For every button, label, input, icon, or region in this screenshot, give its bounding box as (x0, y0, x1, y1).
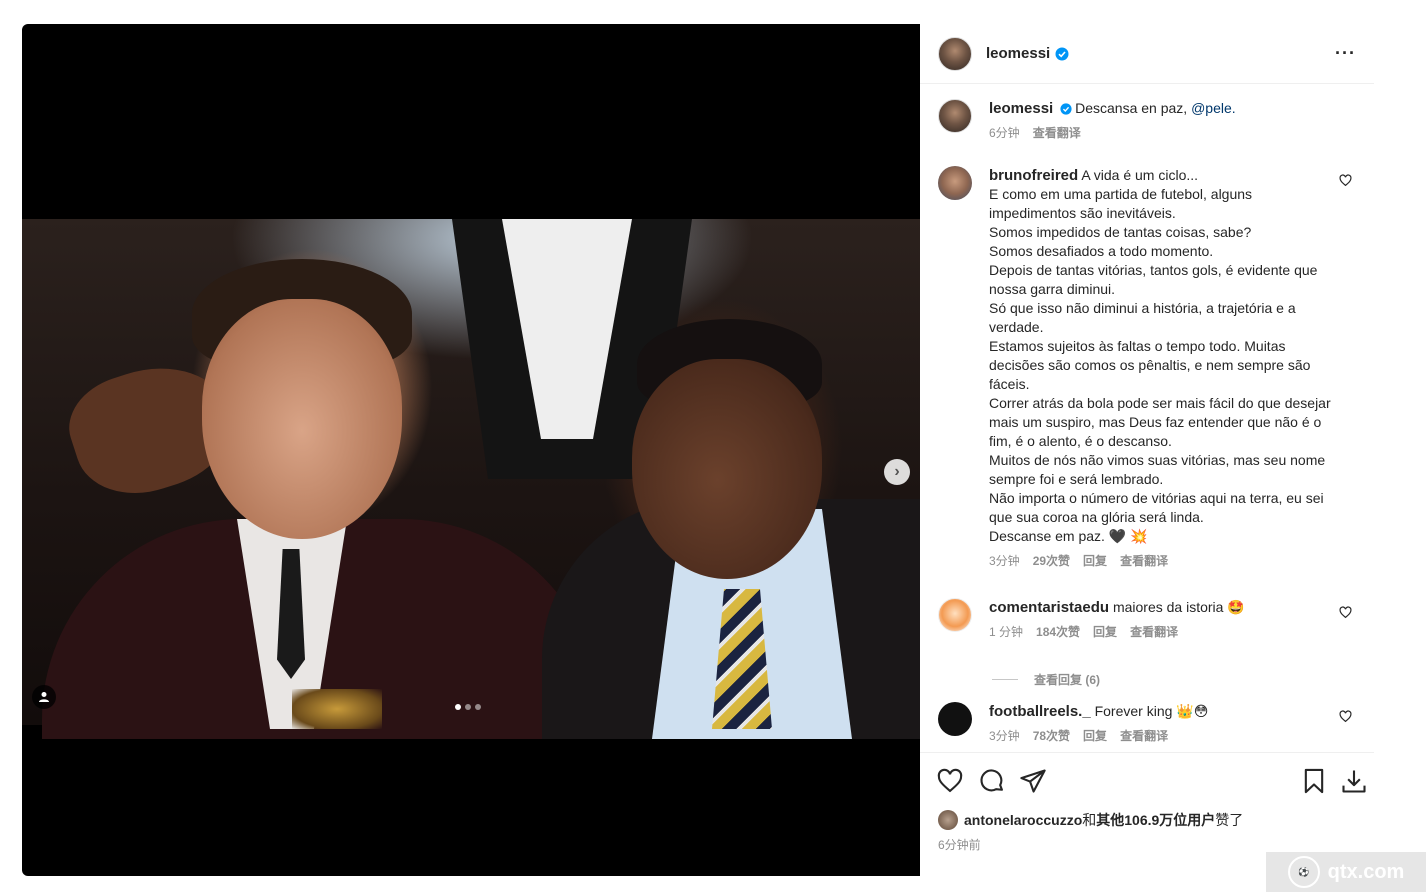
like-comment-heart-icon[interactable] (1339, 606, 1352, 619)
view-replies-button[interactable]: 查看回复 (6) (992, 671, 1100, 688)
like-comment-heart-icon[interactable] (1339, 174, 1352, 187)
avatar[interactable] (938, 36, 972, 71)
translate-link[interactable]: 查看翻译 (1120, 727, 1168, 746)
comment-text: maiores da istoria 🤩 (1112, 599, 1245, 615)
likes-count[interactable]: 78次赞 (1033, 727, 1070, 746)
comment-body: footballreels._ Forever king 👑😳 3分钟 78次赞… (989, 702, 1339, 746)
next-image-button[interactable]: › (884, 459, 910, 485)
carousel-dots (455, 704, 481, 710)
timestamp: 1 分钟 (989, 625, 1024, 639)
avatar[interactable] (938, 166, 972, 200)
caption: leomessi Descansa en paz, @pele. 6分钟 查看翻… (938, 99, 1368, 143)
post-username[interactable]: leomessi (986, 45, 1050, 62)
divider (992, 679, 1018, 680)
comment-line: Depois de tantas vitórias, tantos gols, … (989, 262, 1318, 297)
avatar[interactable] (938, 810, 958, 830)
translate-link[interactable]: 查看翻译 (1120, 552, 1168, 571)
comment-username[interactable]: brunofreired (989, 167, 1078, 184)
verified-icon (1060, 103, 1072, 115)
comment-meta: 3分钟 78次赞 回复 查看翻译 (989, 727, 1339, 746)
translate-link[interactable]: 查看翻译 (1033, 124, 1081, 143)
comment-item: comentaristaedu maiores da istoria 🤩 1 分… (938, 598, 1368, 642)
like-heart-icon[interactable] (936, 767, 964, 795)
post-media[interactable]: › (22, 24, 920, 876)
timestamp: 3分钟 (989, 729, 1020, 743)
comment-icon[interactable] (978, 767, 1006, 795)
comment-item: footballreels._ Forever king 👑😳 3分钟 78次赞… (938, 702, 1368, 746)
more-options-button[interactable]: ··· (1335, 43, 1356, 64)
photo-detail (202, 299, 402, 539)
mention-link[interactable]: @pele. (1191, 100, 1236, 116)
caption-meta: 6分钟 查看翻译 (989, 124, 1339, 143)
comment-line: Somos impedidos de tantas coisas, sabe? (989, 224, 1252, 240)
comment-body: brunofreired A vida é um ciclo... E como… (989, 166, 1339, 571)
comment-item: brunofreired A vida é um ciclo... E como… (938, 166, 1368, 571)
comment-meta: 1 分钟 184次赞 回复 查看翻译 (989, 623, 1339, 642)
download-icon[interactable] (1340, 767, 1368, 795)
timestamp: 6分钟 (989, 126, 1020, 140)
verified-icon (1055, 47, 1069, 60)
comment-line: Muitos de nós não vimos suas vitórias, m… (989, 452, 1326, 487)
reply-button[interactable]: 回复 (1083, 727, 1107, 746)
comment-line: E como em uma partida de futebol, alguns… (989, 186, 1253, 221)
post-header: leomessi ··· (920, 24, 1374, 84)
translate-link[interactable]: 查看翻译 (1130, 623, 1178, 642)
comment-line: Não importa o número de vitórias aqui na… (989, 490, 1324, 525)
caption-username[interactable]: leomessi (989, 100, 1053, 117)
view-replies-label: 查看回复 (6) (1034, 673, 1101, 687)
photo-detail (292, 689, 382, 729)
comments-list[interactable]: leomessi Descansa en paz, @pele. 6分钟 查看翻… (920, 85, 1374, 752)
comment-line: A vida é um ciclo... (1081, 167, 1199, 183)
post-timestamp: 6分钟前 (938, 838, 981, 852)
carousel-dot (475, 704, 481, 710)
timestamp: 3分钟 (989, 554, 1020, 568)
post-photo (22, 219, 920, 739)
likes-count[interactable]: 29次赞 (1033, 552, 1070, 571)
share-icon[interactable] (1019, 767, 1047, 795)
comment-line: Somos desafiados a todo momento. (989, 243, 1214, 259)
comment-meta: 3分钟 29次赞 回复 查看翻译 (989, 552, 1339, 571)
avatar[interactable] (938, 702, 972, 736)
watermark: ⚽ qtx.com (1266, 852, 1426, 892)
comment-username[interactable]: comentaristaedu (989, 599, 1109, 616)
likes-others[interactable]: 其他106.9万位用户 (1096, 810, 1215, 830)
caption-text: Descansa en paz, (1075, 100, 1192, 116)
comment-line: Descanse em paz. 🖤 💥 (989, 528, 1148, 544)
action-bar (920, 752, 1374, 810)
avatar[interactable] (938, 598, 972, 632)
comment-line: Correr atrás da bola pode ser mais fácil… (989, 395, 1331, 449)
photo-detail (632, 359, 822, 579)
watermark-text: qtx.com (1327, 860, 1405, 883)
comment-text: Forever king 👑😳 (1094, 703, 1209, 719)
reply-button[interactable]: 回复 (1083, 552, 1107, 571)
reply-button[interactable]: 回复 (1093, 623, 1117, 642)
liker-username[interactable]: antonelaroccuzzo (964, 812, 1082, 828)
caption-body: leomessi Descansa en paz, @pele. 6分钟 查看翻… (989, 99, 1339, 143)
comment-body: comentaristaedu maiores da istoria 🤩 1 分… (989, 598, 1339, 642)
likes-suffix: 赞了 (1215, 812, 1244, 828)
carousel-dot (465, 704, 471, 710)
post-panel: leomessi ··· leomessi Descansa en paz, @… (920, 24, 1374, 876)
comment-username[interactable]: footballreels._ (989, 703, 1091, 720)
watermark-logo-icon: ⚽ (1287, 856, 1320, 888)
avatar[interactable] (938, 99, 972, 133)
carousel-dot (455, 704, 461, 710)
comment-line: Estamos sujeitos às faltas o tempo todo.… (989, 338, 1311, 392)
chevron-right-icon: › (894, 463, 900, 480)
tagged-users-button[interactable] (32, 685, 56, 709)
likes-summary[interactable]: antonelaroccuzzo 和 其他106.9万位用户 赞了 (938, 810, 1243, 830)
like-comment-heart-icon[interactable] (1339, 710, 1352, 723)
comment-line: Só que isso não diminui a história, a tr… (989, 300, 1296, 335)
likes-connector: 和 (1082, 812, 1097, 828)
bookmark-icon[interactable] (1300, 767, 1328, 795)
likes-count[interactable]: 184次赞 (1036, 623, 1080, 642)
user-icon (39, 692, 49, 702)
